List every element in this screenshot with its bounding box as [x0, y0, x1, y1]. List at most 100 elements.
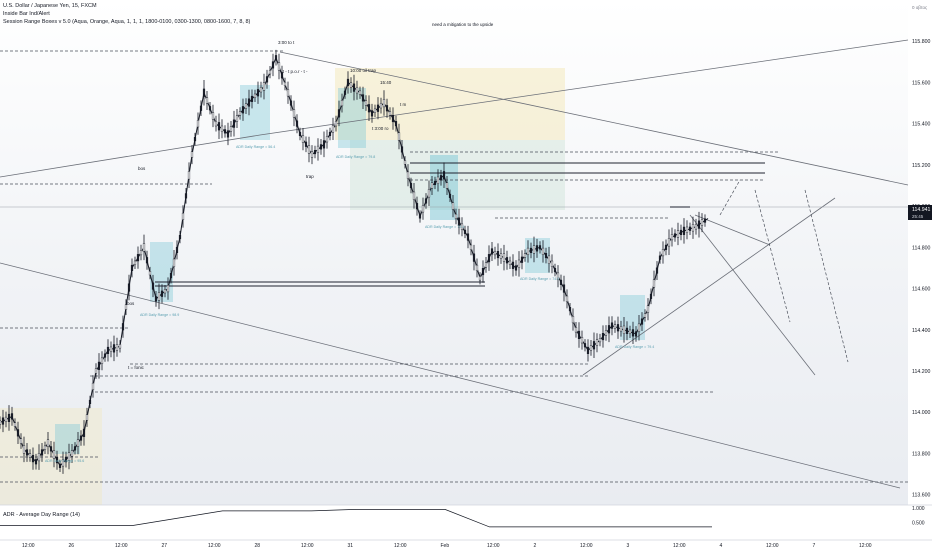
candle-body: [490, 248, 494, 255]
candle-body: [295, 120, 299, 127]
candle-body: [682, 226, 686, 235]
candle-body: [118, 344, 122, 349]
candle-body: [127, 283, 131, 292]
candle-body: [331, 125, 335, 133]
candle-body: [94, 368, 98, 374]
candle-body: [526, 247, 530, 256]
candle-body: [91, 382, 95, 391]
candle-body: [58, 463, 62, 468]
candle-body: [505, 257, 509, 264]
annotation-mid-e: t m: [400, 102, 407, 107]
price-tick-label: 114.400: [912, 328, 930, 334]
candle-body: [103, 353, 107, 358]
candle-body: [541, 247, 545, 256]
price-tick-label: 114.000: [912, 410, 930, 416]
candle-body: [388, 111, 392, 116]
candle-body: [559, 279, 563, 285]
candle-body: [367, 104, 371, 113]
candle-body: [154, 296, 158, 302]
candle-body: [172, 258, 176, 267]
adr-tick-label: 0.500: [912, 521, 925, 527]
candle-body: [301, 135, 305, 143]
candle-body: [607, 325, 611, 334]
candle-body: [142, 243, 146, 252]
candle-body: [403, 160, 407, 165]
candle-body: [625, 327, 629, 334]
candle-body: [466, 233, 470, 241]
candle-body: [463, 229, 467, 234]
candle-body: [226, 130, 230, 138]
candle-body: [448, 193, 452, 198]
candle-body: [304, 141, 308, 147]
annotation-trap: trap: [306, 174, 314, 179]
candle-body: [328, 131, 332, 137]
price-tick-label: 115.400: [912, 122, 930, 128]
candle-body: [379, 103, 383, 109]
candle-body: [397, 132, 401, 141]
candle-body: [196, 120, 200, 128]
candle-body: [619, 326, 623, 332]
candle-body: [670, 233, 674, 241]
candle-body: [208, 106, 212, 111]
candle-body: [523, 253, 527, 258]
candle-body: [418, 214, 422, 219]
candle-body: [631, 329, 635, 337]
candle-body: [439, 175, 443, 181]
candle-body: [340, 99, 344, 107]
candle-body: [235, 115, 239, 122]
candle-body: [604, 330, 608, 336]
adr-indicator-title: ADR - Average Day Range (14): [3, 512, 80, 518]
candle-body: [85, 414, 89, 421]
candle-body: [409, 182, 413, 189]
chart-canvas[interactable]: 3:00 to t - t - t p.o.r - t - 10:00 oil …: [0, 0, 932, 550]
candle-body: [547, 255, 551, 264]
candle-body: [628, 329, 632, 334]
candle-body: [394, 121, 398, 127]
candle-body: [52, 450, 56, 459]
candle-body: [271, 61, 275, 69]
candle-body: [37, 453, 41, 462]
candle-body: [343, 90, 347, 95]
candle-body: [0, 420, 2, 425]
candle-body: [565, 295, 569, 302]
candle-body: [238, 111, 242, 116]
price-tick-label: 113.600: [912, 493, 930, 499]
candle-body: [202, 88, 206, 97]
candle-body: [640, 318, 644, 325]
candle-body: [478, 276, 482, 281]
adr-label: ADR Daily Range = 56.4: [236, 145, 275, 149]
time-tick-label: 2: [534, 543, 537, 549]
candle-body: [256, 89, 260, 97]
session-box-aqua: [55, 424, 80, 454]
candle-body: [532, 245, 536, 254]
candle-body: [574, 327, 578, 333]
candle-body: [211, 112, 215, 120]
candle-body: [145, 257, 149, 264]
time-tick-label: 4: [720, 543, 723, 549]
candle-body: [484, 262, 488, 268]
candle-body: [667, 238, 671, 247]
indicator-1-label: Inside Bar Ind/Alert: [3, 11, 50, 17]
candle-body: [487, 254, 491, 263]
candle-body: [589, 345, 593, 351]
candle-body: [517, 259, 521, 268]
candle-body: [514, 265, 518, 271]
time-tick-label: 12:00: [766, 543, 779, 549]
candle-body: [199, 105, 203, 111]
candle-body: [436, 176, 440, 184]
candle-body: [583, 343, 587, 348]
candle-body: [49, 446, 53, 452]
candle-body: [361, 94, 365, 102]
candle-body: [688, 226, 692, 231]
candle-body: [622, 325, 626, 334]
candle-body: [184, 193, 188, 199]
candle-body: [88, 399, 92, 405]
candle-body: [613, 324, 617, 329]
candle-body: [598, 338, 602, 343]
price-tick-label: 113.800: [912, 451, 930, 457]
symbol-title: U.S. Dollar / Japanese Yen, 15, FXCM: [3, 3, 97, 9]
candle-body: [70, 450, 74, 457]
candle-body: [424, 198, 428, 204]
candle-body: [133, 260, 137, 265]
chart-container[interactable]: 3:00 to t - t - t p.o.r - t - 10:00 oil …: [0, 0, 932, 550]
